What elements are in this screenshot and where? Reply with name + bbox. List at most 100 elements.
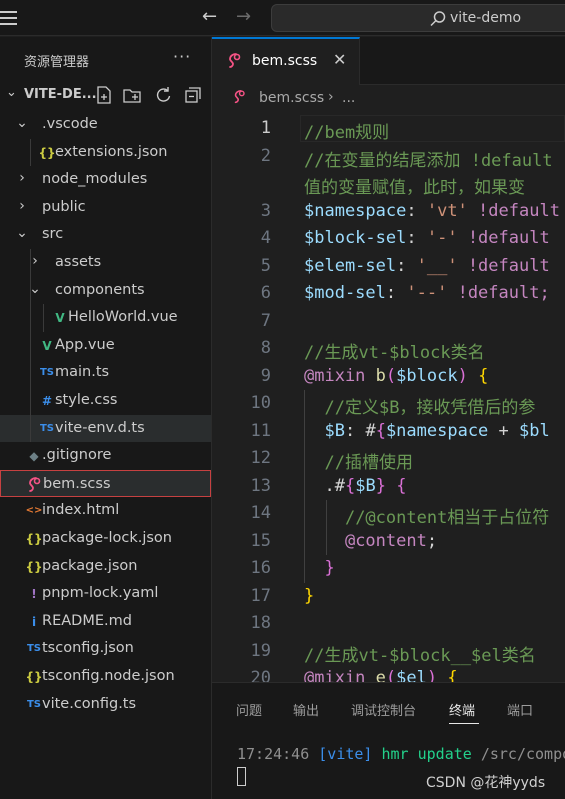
tree-item[interactable]: ⌄ .vscode <box>0 111 211 138</box>
tree-item[interactable]: V HelloWorld.vue <box>0 304 211 331</box>
tab-debug-console[interactable]: 调试控制台 <box>351 700 416 719</box>
line-number: 14 <box>250 503 271 523</box>
line-number: 20 <box>250 668 271 682</box>
code-line: 4 $block-sel: '-' !default <box>212 225 565 253</box>
chevron-right-icon: › <box>19 197 25 214</box>
workspace-name: VITE-DE... <box>24 87 97 102</box>
tree-item-label: .gitignore <box>42 447 112 464</box>
tab-label: bem.scss <box>252 53 318 69</box>
new-file-icon[interactable] <box>94 85 114 105</box>
css-file-icon: # <box>41 394 53 408</box>
tree-item[interactable]: TS vite-env.d.ts <box>0 414 211 442</box>
json-file-icon: {} <box>25 559 43 574</box>
tab-output[interactable]: 输出 <box>293 700 319 719</box>
line-number: 5 <box>260 255 271 276</box>
breadcrumb-file[interactable]: bem.scss <box>259 90 324 106</box>
command-center-text: vite-demo <box>450 10 522 26</box>
tree-item-label: tsconfig.json <box>42 640 134 657</box>
code-line: 7 <box>212 308 565 336</box>
tree-item[interactable]: ⌄ components <box>0 277 211 304</box>
tab-terminal[interactable]: 终端 <box>449 700 475 719</box>
terminal-output-line: 17:24:46 [vite] hmr update /src/compo <box>237 745 565 763</box>
tab-ports[interactable]: 端口 <box>507 700 533 719</box>
tree-item[interactable]: <> index.html <box>0 497 211 524</box>
tree-item[interactable]: i README.md <box>0 608 211 635</box>
line-number: 17 <box>250 585 271 606</box>
search-icon <box>430 11 446 27</box>
tree-item[interactable]: # style.css <box>0 387 211 414</box>
tab-problems[interactable]: 问题 <box>236 700 262 719</box>
terminal-cursor[interactable] <box>237 767 246 786</box>
line-number: 13 <box>250 475 271 496</box>
indent-guide <box>30 138 31 167</box>
tree-item-label: vite-env.d.ts <box>55 419 145 436</box>
chevron-right-icon: › <box>19 170 25 187</box>
code-line: 5 $elem-sel: '__' !default <box>212 253 565 281</box>
tree-item-label: package.json <box>42 557 138 574</box>
menu-icon[interactable] <box>0 8 20 28</box>
line-number: 6 <box>260 283 271 303</box>
terminal-action: hmr update <box>381 745 472 763</box>
editor-tab-bar: bem.scss ✕ <box>212 37 565 85</box>
back-arrow-icon[interactable]: ← <box>202 6 217 28</box>
line-number: 1 <box>260 118 271 138</box>
code-editor[interactable]: 1 //bem规则 2 //在变量的结尾添加 !default 值的变量赋值，此时，如果… <box>212 111 565 682</box>
tree-item[interactable]: {} tsconfig.node.json <box>0 663 211 690</box>
terminal-path: /src/compo <box>480 745 565 763</box>
code-line: 11 $B: #{$namespace + $bl <box>212 418 565 446</box>
typescript-file-icon: TS <box>39 422 55 434</box>
explorer-title: 资源管理器 <box>24 55 90 70</box>
title-bar: ← → vite-demo <box>0 0 565 36</box>
collapse-all-icon[interactable] <box>183 85 203 105</box>
new-folder-icon[interactable] <box>122 85 142 105</box>
breadcrumb: bem.scss › ... <box>212 85 565 111</box>
line-number: 7 <box>260 310 271 331</box>
code-line: 8 //生成vt-$block类名 <box>212 335 565 363</box>
tree-item[interactable]: {} extensions.json <box>0 139 211 166</box>
indent-guide <box>326 500 327 555</box>
yaml-file-icon: ! <box>31 587 37 602</box>
command-center-search[interactable]: vite-demo <box>271 4 565 32</box>
tree-item-label: public <box>42 198 86 215</box>
code-line: 14 //@content相当于占位符 <box>212 500 565 528</box>
close-icon[interactable]: ✕ <box>333 50 346 69</box>
refresh-icon[interactable] <box>153 85 173 105</box>
code-text: $namespace: 'vt' !default <box>304 200 560 221</box>
tree-item[interactable]: TS main.ts <box>0 359 211 386</box>
line-number: 9 <box>260 365 271 386</box>
typescript-file-icon: TS <box>39 367 55 379</box>
code-text: $B: #{$namespace + $bl <box>324 420 550 441</box>
explorer-more-button[interactable]: ··· <box>173 47 191 66</box>
line-number: 11 <box>250 420 271 441</box>
tree-item[interactable]: › public <box>0 194 211 221</box>
tree-item[interactable]: ◆ .gitignore <box>0 442 211 469</box>
vue-file-icon: V <box>42 338 52 353</box>
code-text: //bem规则 <box>304 123 390 143</box>
code-text: .#{$B} { <box>324 475 407 496</box>
tree-item[interactable]: TS tsconfig.json <box>0 635 211 662</box>
code-line: 19 //生成vt-$block__$el类名 <box>212 638 565 666</box>
tree-item[interactable]: {} package.json <box>0 553 211 580</box>
code-text: } <box>304 585 315 606</box>
tree-item[interactable]: › assets <box>0 249 211 276</box>
tree-item[interactable]: › node_modules <box>0 166 211 193</box>
json-file-icon: {} <box>25 670 43 684</box>
line-number: 10 <box>250 393 271 413</box>
breadcrumb-symbols[interactable]: ... <box>342 90 355 106</box>
tree-item-label: App.vue <box>55 336 115 353</box>
tab-bem-scss[interactable]: bem.scss ✕ <box>212 37 360 85</box>
code-line: 17} <box>212 583 565 611</box>
code-text: @content; <box>344 530 438 551</box>
tree-item[interactable]: V App.vue <box>0 332 211 359</box>
tree-item[interactable]: TS vite.config.ts <box>0 691 211 718</box>
line-number: 19 <box>250 640 271 661</box>
json-file-icon: {} <box>38 145 56 160</box>
tree-item-label: src <box>42 226 64 243</box>
code-text: $mod-sel: '--' !default; <box>304 283 550 303</box>
forward-arrow-icon[interactable]: → <box>236 6 251 28</box>
code-line: 2 //在变量的结尾添加 !default <box>212 143 565 171</box>
tree-item[interactable]: {} package-lock.json <box>0 525 211 552</box>
tree-item[interactable]: ⌄ src <box>0 221 211 248</box>
tree-item[interactable]: ! pnpm-lock.yaml <box>0 580 211 607</box>
tree-item[interactable]: bem.scss <box>0 469 211 497</box>
